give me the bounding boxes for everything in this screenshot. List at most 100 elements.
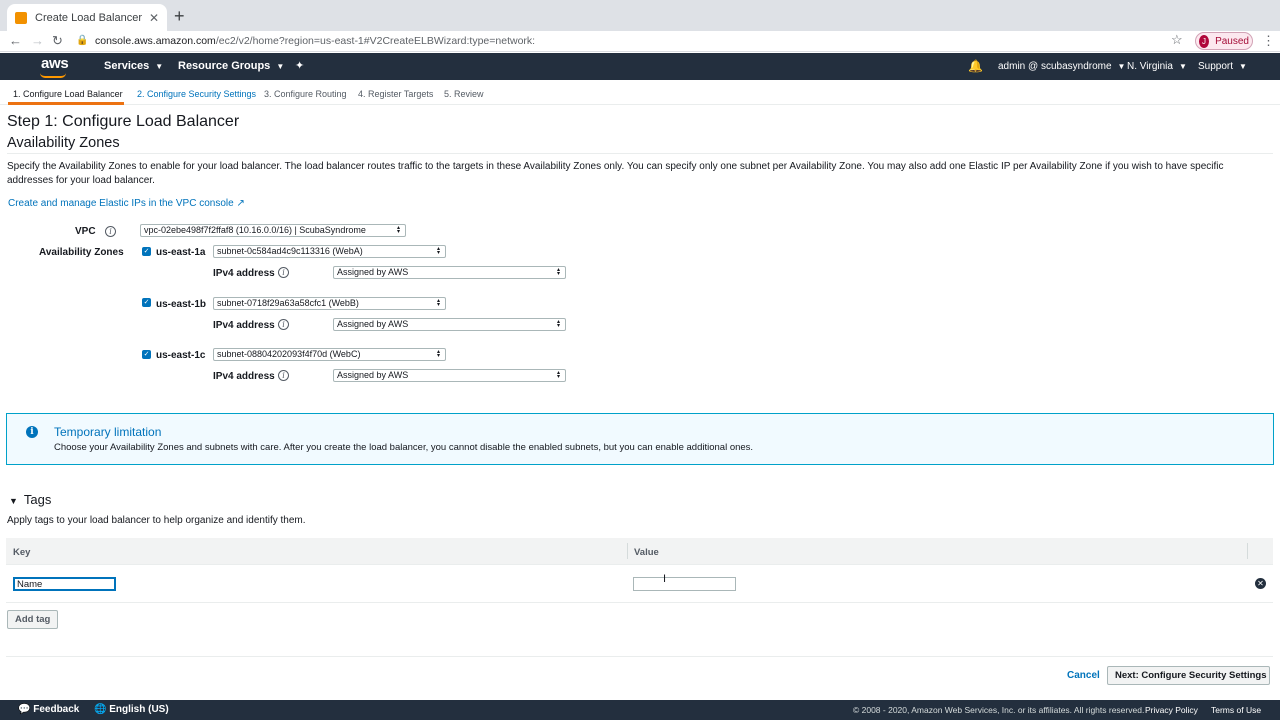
zone-name: us-east-1a: [156, 247, 206, 258]
info-icon: i: [26, 426, 38, 438]
step-review[interactable]: 5. Review: [444, 89, 484, 99]
privacy-policy-link[interactable]: Privacy Policy: [1145, 705, 1198, 715]
subnet-select-us-east-1c[interactable]: subnet-08804202093f4f70d (WebC): [213, 348, 446, 361]
browser-tab[interactable]: Create Load Balancer | EC2 Ma ✕: [7, 4, 167, 31]
region-menu[interactable]: N. Virginia ▼: [1127, 61, 1187, 72]
terms-of-use-link[interactable]: Terms of Use: [1211, 705, 1261, 715]
support-menu[interactable]: Support ▼: [1198, 61, 1247, 72]
back-arrow-icon[interactable]: ←: [9, 33, 22, 49]
zone-checkbox-us-east-1b[interactable]: ✓: [142, 298, 151, 307]
url-host: console.aws.amazon.com: [95, 35, 216, 47]
page-title: Step 1: Configure Load Balancer: [7, 113, 240, 130]
divider: [6, 656, 1273, 657]
close-icon[interactable]: ✕: [149, 11, 159, 25]
lock-icon[interactable]: 🔒: [76, 33, 88, 49]
console-footer: 💬 Feedback 🌐 English (US) © 2008 - 2020,…: [0, 700, 1280, 720]
ipv4-select-us-east-1b[interactable]: Assigned by AWS: [333, 318, 566, 331]
zone-checkbox-us-east-1c[interactable]: ✓: [142, 350, 151, 359]
copyright-text: © 2008 - 2020, Amazon Web Services, Inc.…: [853, 705, 1145, 715]
url-field[interactable]: console.aws.amazon.com/ec2/v2/home?regio…: [95, 35, 535, 47]
tag-key-input[interactable]: [13, 577, 116, 591]
language-label: English (US): [109, 704, 169, 715]
active-step-indicator: [8, 102, 124, 105]
subnet-select-us-east-1b[interactable]: subnet-0718f29a63a58cfc1 (WebB): [213, 297, 446, 310]
subnet-select-us-east-1a[interactable]: subnet-0c584ad4c9c113316 (WebA): [213, 245, 446, 258]
text-cursor-icon: I: [663, 573, 667, 585]
resource-groups-menu[interactable]: Resource Groups ▼: [178, 60, 284, 72]
ipv4-label: IPv4 address: [213, 371, 275, 382]
zone-name: us-east-1b: [156, 299, 207, 310]
external-link-icon: ↗: [236, 198, 245, 209]
vpc-label: VPC: [75, 226, 96, 237]
info-icon[interactable]: i: [105, 226, 116, 237]
elastic-ips-link-label: Create and manage Elastic IPs in the VPC…: [8, 198, 234, 209]
more-menu-icon[interactable]: ⋮: [1262, 33, 1275, 49]
address-bar: ← → ↻ 🔒 console.aws.amazon.com/ec2/v2/ho…: [0, 31, 1280, 52]
section-title: Availability Zones: [7, 135, 120, 151]
chevron-down-icon: ▼: [1178, 62, 1187, 71]
aws-favicon-icon: [15, 11, 27, 24]
tags-section-toggle[interactable]: ▼ Tags: [9, 492, 51, 507]
tab-title: Create Load Balancer | EC2 Ma: [35, 11, 143, 24]
ipv4-select-us-east-1c[interactable]: Assigned by AWS: [333, 369, 566, 382]
info-icon[interactable]: i: [278, 319, 289, 330]
tag-value-input[interactable]: [633, 577, 736, 591]
feedback-link[interactable]: 💬 Feedback: [18, 704, 79, 715]
tags-heading: Tags: [23, 492, 52, 507]
section-description: Specify the Availability Zones to enable…: [7, 161, 1224, 186]
bell-icon[interactable]: 🔔: [968, 59, 983, 73]
chevron-down-icon: ▼: [1117, 62, 1126, 71]
support-label: Support: [1198, 61, 1234, 72]
divider: [7, 153, 1273, 154]
ipv4-label: IPv4 address: [213, 320, 275, 331]
reload-icon[interactable]: ↻: [52, 33, 63, 49]
column-divider: [1247, 543, 1248, 559]
services-label: Services: [104, 60, 150, 72]
zone-checkbox-us-east-1a[interactable]: ✓: [142, 247, 151, 256]
col-value: Value: [634, 547, 659, 558]
tags-description: Apply tags to your load balancer to help…: [7, 515, 306, 526]
region-label: N. Virginia: [1127, 61, 1173, 72]
bookmark-star-icon[interactable]: ☆: [1171, 32, 1183, 48]
user-label: admin @ scubasyndrome: [998, 61, 1112, 72]
services-menu[interactable]: Services ▼: [104, 60, 163, 72]
cancel-button[interactable]: Cancel: [1067, 670, 1100, 681]
aws-top-nav: aws Services ▼ Resource Groups ▼ ✦ 🔔 admin…: [0, 53, 1280, 80]
column-divider: [627, 543, 628, 559]
chevron-down-icon: ▼: [155, 62, 164, 71]
aws-logo[interactable]: aws: [41, 55, 69, 72]
availability-zones-label: Availability Zones: [39, 247, 124, 258]
next-configure-security-settings-button[interactable]: Next: Configure Security Settings: [1107, 666, 1270, 685]
globe-icon: 🌐: [94, 704, 107, 715]
ipv4-select-us-east-1a[interactable]: Assigned by AWS: [333, 266, 566, 279]
temporary-limitation-alert: i Temporary limitation Choose your Avail…: [6, 413, 1274, 465]
add-tag-button[interactable]: Add tag: [7, 610, 59, 629]
vpc-select[interactable]: vpc-02ebe498f7f2ffaf8 (10.16.0.0/16) | S…: [140, 224, 406, 237]
step-configure-routing[interactable]: 3. Configure Routing: [264, 89, 347, 99]
caret-down-icon: ▼: [9, 496, 18, 506]
info-icon[interactable]: i: [278, 267, 289, 278]
aws-smile-icon: [40, 73, 66, 78]
pin-icon[interactable]: ✦: [295, 59, 304, 72]
speech-bubble-icon: 💬: [18, 704, 31, 715]
browser-tab-bar: Create Load Balancer | EC2 Ma ✕ +: [0, 0, 1280, 31]
step-configure-security-settings[interactable]: 2. Configure Security Settings: [137, 89, 256, 99]
feedback-label: Feedback: [33, 704, 80, 715]
step-register-targets[interactable]: 4. Register Targets: [358, 89, 433, 99]
step-configure-load-balancer[interactable]: 1. Configure Load Balancer: [13, 89, 123, 99]
user-menu[interactable]: admin @ scubasyndrome ▼: [998, 61, 1125, 72]
resource-groups-label: Resource Groups: [178, 60, 271, 72]
info-icon[interactable]: i: [278, 370, 289, 381]
forward-arrow-icon[interactable]: →: [31, 33, 44, 49]
profile-status: Paused: [1215, 35, 1249, 47]
chevron-down-icon: ▼: [276, 62, 285, 71]
col-key: Key: [13, 547, 31, 558]
profile-button[interactable]: J Paused: [1195, 32, 1253, 50]
new-tab-button[interactable]: +: [174, 6, 185, 26]
elastic-ips-link[interactable]: Create and manage Elastic IPs in the VPC…: [8, 198, 245, 209]
url-path: /ec2/v2/home?region=us-east-1#V2CreateEL…: [215, 35, 536, 47]
zone-name: us-east-1c: [156, 350, 206, 361]
chevron-down-icon: ▼: [1239, 62, 1247, 71]
remove-tag-icon[interactable]: ✕: [1255, 578, 1266, 589]
language-selector[interactable]: 🌐 English (US): [94, 704, 169, 715]
